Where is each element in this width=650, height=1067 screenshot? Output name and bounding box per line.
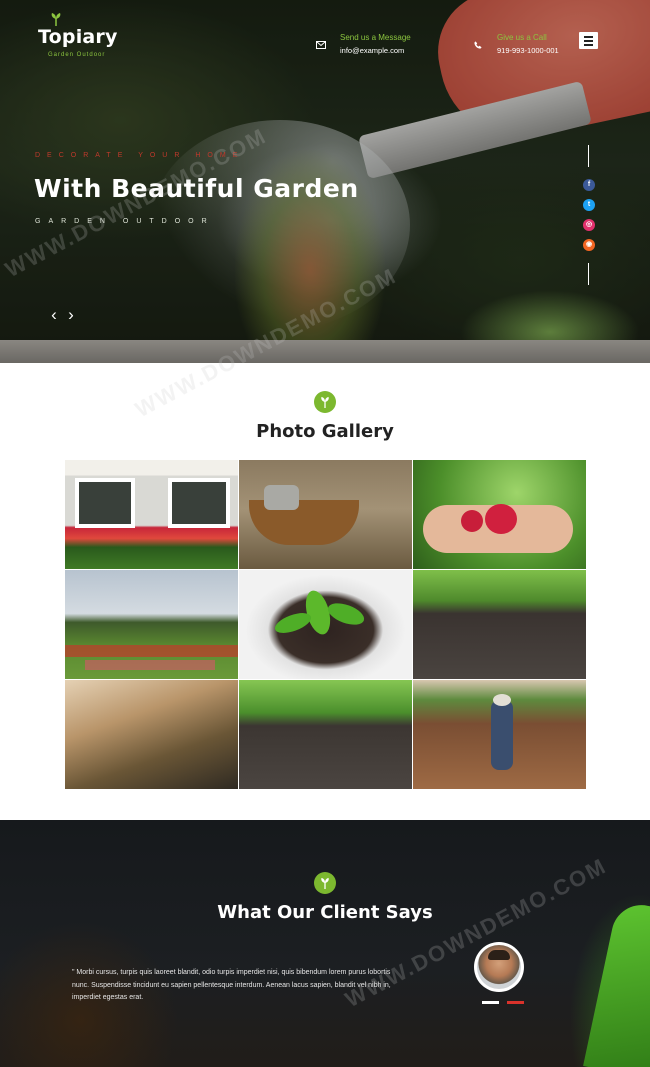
carousel-dot-2-active[interactable] <box>507 1001 524 1004</box>
gallery-image[interactable] <box>413 680 586 789</box>
gallery-image[interactable] <box>239 460 412 569</box>
testimonials-section: What Our Client Says " Morbi cursus, tur… <box>0 820 650 1067</box>
gallery-image[interactable] <box>413 460 586 569</box>
leaf-logo-icon <box>51 13 61 26</box>
call-label: Give us a Call <box>497 33 547 42</box>
prev-slide-arrow-icon[interactable]: ‹ <box>48 305 60 325</box>
social-divider-top <box>588 145 589 167</box>
gallery-image[interactable] <box>65 680 238 789</box>
carousel-dot-1[interactable] <box>482 1001 499 1004</box>
gallery-image[interactable] <box>239 680 412 789</box>
brand-tagline: Garden Outdoor <box>48 52 106 58</box>
gallery-title: Photo Gallery <box>256 421 394 442</box>
brand-name: Topiary <box>38 26 118 48</box>
leaf-decoration-image <box>583 899 650 1067</box>
hero-subtitle: GARDEN OUTDOOR <box>35 218 215 225</box>
phone-link[interactable]: 919-993-1000-001 <box>497 46 559 55</box>
next-slide-arrow-icon[interactable]: › <box>65 305 77 325</box>
social-divider-bottom <box>588 263 589 285</box>
envelope-icon <box>316 41 326 49</box>
testimonials-title: What Our Client Says <box>217 902 433 923</box>
message-label: Send us a Message <box>340 33 411 42</box>
instagram-icon[interactable]: ◎ <box>583 219 595 231</box>
leaf-badge-icon <box>314 391 336 413</box>
hamburger-menu-button[interactable] <box>579 32 598 49</box>
twitter-icon[interactable]: t <box>583 199 595 211</box>
email-link[interactable]: info@example.com <box>340 46 404 55</box>
leaf-badge-icon <box>314 872 336 894</box>
facebook-icon[interactable]: f <box>583 179 595 191</box>
gallery-image[interactable] <box>413 570 586 679</box>
hero-kicker: DECORATE YOUR HOME <box>35 152 245 159</box>
rss-icon[interactable]: ◉ <box>583 239 595 251</box>
hero-title: With Beautiful Garden <box>34 174 359 203</box>
gallery-image[interactable] <box>65 570 238 679</box>
client-avatar <box>474 942 524 992</box>
testimonial-quote: " Morbi cursus, turpis quis laoreet blan… <box>72 969 391 1001</box>
photo-gallery <box>65 460 586 789</box>
phone-icon <box>474 41 482 49</box>
hero-banner: Topiary Garden Outdoor Send us a Message… <box>0 0 650 363</box>
gallery-image[interactable] <box>239 570 412 679</box>
gallery-image[interactable] <box>65 460 238 569</box>
